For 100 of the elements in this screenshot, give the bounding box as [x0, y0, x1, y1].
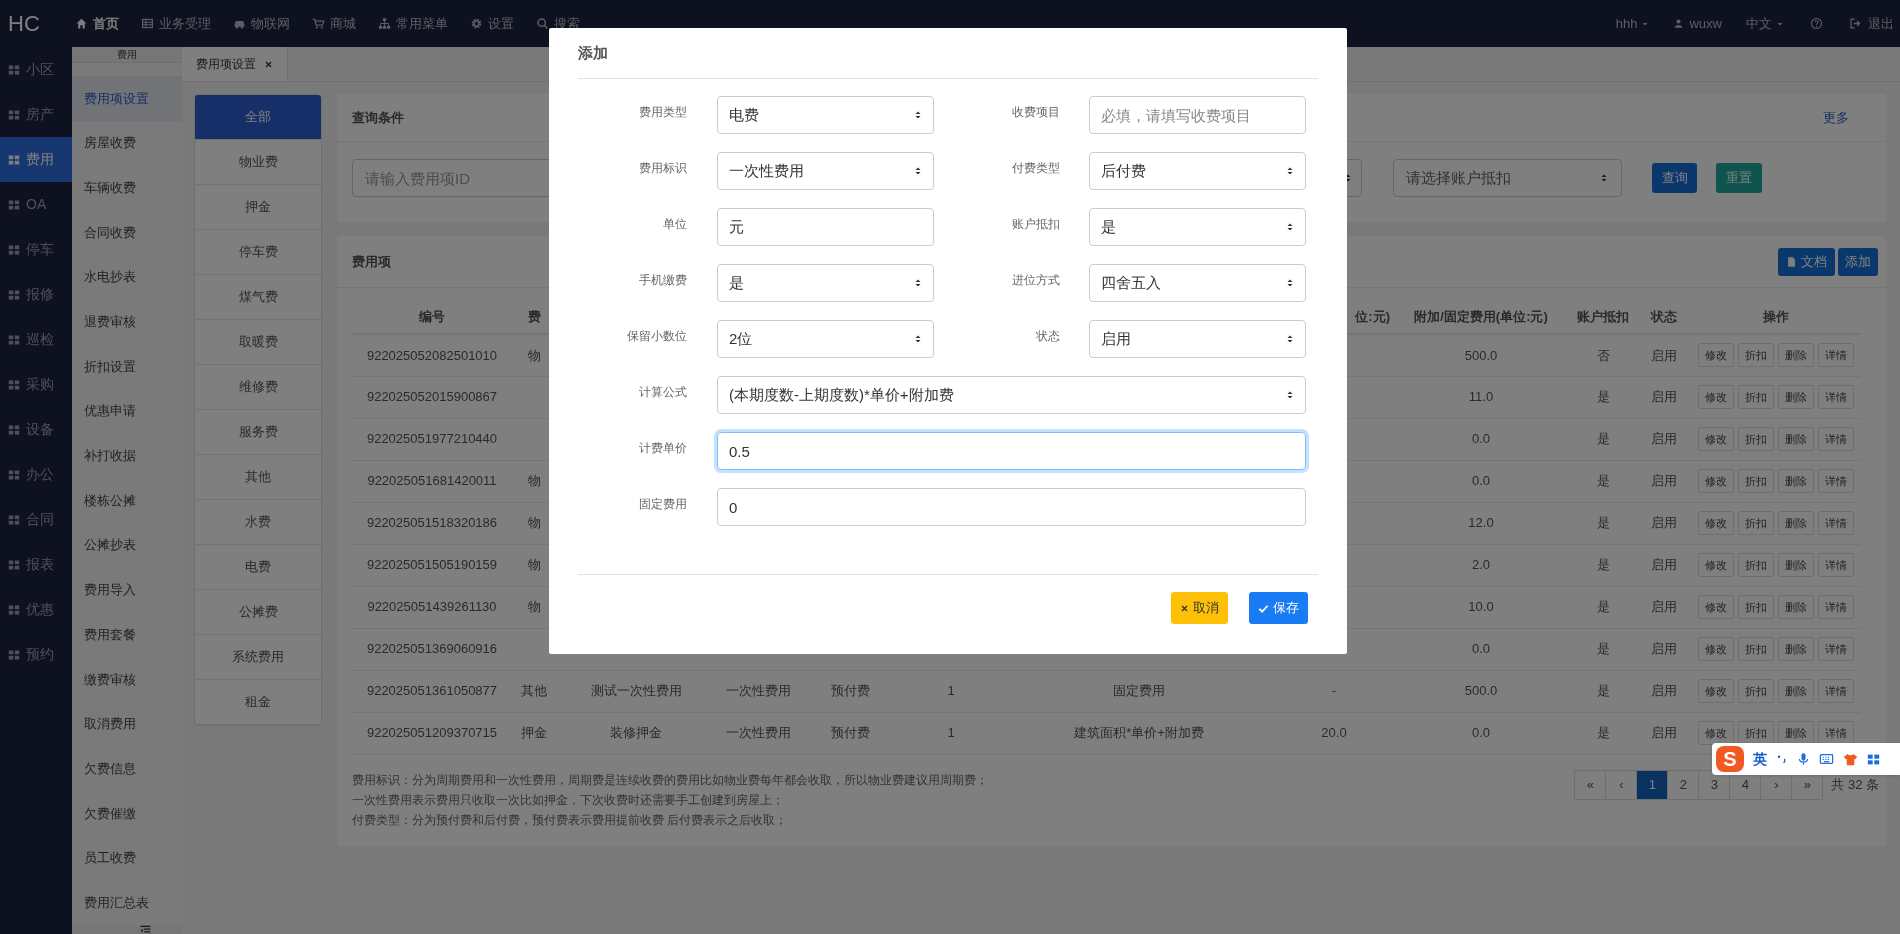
row-action-button[interactable]: 折扣	[1738, 343, 1774, 368]
category-item[interactable]: 全部	[195, 95, 321, 140]
row-action-button[interactable]: 删除	[1778, 427, 1814, 451]
row-action-button[interactable]: 删除	[1778, 385, 1814, 409]
submenu-item[interactable]: 房屋收费	[72, 120, 182, 166]
input-field[interactable]: 0	[717, 488, 1306, 526]
select-field[interactable]: 电费	[717, 96, 934, 134]
row-action-button[interactable]: 修改	[1698, 343, 1734, 368]
ime-logo[interactable]: S	[1716, 746, 1744, 772]
submenu-item[interactable]: 折扣设置	[72, 344, 182, 389]
cancel-button[interactable]: 取消	[1171, 592, 1228, 624]
row-action-button[interactable]: 详情	[1818, 385, 1854, 409]
select-field[interactable]: (本期度数-上期度数)*单价+附加费	[717, 376, 1306, 414]
nav-link[interactable]: 设置	[459, 0, 525, 47]
row-action-button[interactable]: 折扣	[1738, 721, 1774, 745]
sidebar-item[interactable]: 巡检	[0, 317, 72, 362]
input-field[interactable]: 必填，请填写收费项目	[1089, 96, 1306, 134]
row-action-button[interactable]: 修改	[1698, 469, 1734, 493]
row-action-button[interactable]: 删除	[1778, 469, 1814, 493]
submenu-item[interactable]: 取消费用	[72, 701, 182, 747]
row-action-button[interactable]: 折扣	[1738, 637, 1774, 661]
row-action-button[interactable]: 删除	[1778, 721, 1814, 745]
sidebar-item[interactable]: OA	[0, 182, 72, 227]
more-link[interactable]: 更多	[1823, 107, 1849, 128]
select-field[interactable]: 2位	[717, 320, 934, 358]
select-field[interactable]: 一次性费用	[717, 152, 934, 190]
row-action-button[interactable]: 修改	[1698, 595, 1734, 619]
row-action-button[interactable]: 详情	[1818, 721, 1854, 745]
row-action-button[interactable]: 修改	[1698, 721, 1734, 745]
nav-link[interactable]: 首页	[64, 0, 130, 47]
category-item[interactable]: 押金	[195, 185, 321, 230]
submenu-item[interactable]: 缴费审核	[72, 656, 182, 702]
nav-link[interactable]: 商城	[301, 0, 367, 47]
row-action-button[interactable]: 详情	[1818, 553, 1854, 577]
submenu-item[interactable]: 补打收据	[72, 433, 182, 479]
nav-link[interactable]: 物联网	[222, 0, 301, 47]
category-item[interactable]: 取暖费	[195, 320, 321, 365]
row-action-button[interactable]: 删除	[1778, 553, 1814, 577]
submenu-item[interactable]: 费用套餐	[72, 612, 182, 657]
row-action-button[interactable]: 修改	[1698, 637, 1734, 661]
row-action-button[interactable]: 详情	[1818, 343, 1854, 368]
page-link[interactable]: 1	[1636, 769, 1669, 800]
nav-link[interactable]: 业务受理	[130, 0, 222, 47]
submenu-item[interactable]: 费用导入	[72, 567, 182, 613]
category-item[interactable]: 系统费用	[195, 635, 321, 680]
row-action-button[interactable]: 删除	[1778, 637, 1814, 661]
row-action-button[interactable]: 删除	[1778, 511, 1814, 535]
row-action-button[interactable]: 详情	[1818, 469, 1854, 493]
page-tab[interactable]: 费用项设置	[182, 47, 288, 81]
row-action-button[interactable]: 折扣	[1738, 553, 1774, 577]
row-action-button[interactable]: 删除	[1778, 595, 1814, 619]
category-item[interactable]: 煤气费	[195, 275, 321, 320]
category-item[interactable]: 水费	[195, 500, 321, 545]
row-action-button[interactable]: 折扣	[1738, 469, 1774, 493]
search-button[interactable]: 查询	[1652, 163, 1697, 193]
page-link[interactable]: «	[1574, 769, 1607, 800]
row-action-button[interactable]: 折扣	[1738, 679, 1774, 703]
nav-link[interactable]: 常用菜单	[367, 0, 459, 47]
page-link[interactable]: ‹	[1605, 769, 1638, 800]
submenu-item[interactable]: 员工收费	[72, 835, 182, 881]
save-button[interactable]: 保存	[1249, 592, 1308, 624]
sidebar-item[interactable]: 停车	[0, 227, 72, 272]
submenu-item[interactable]: 优惠申请	[72, 388, 182, 434]
submenu-item[interactable]: 楼栋公摊	[72, 478, 182, 523]
sidebar-item[interactable]: 设备	[0, 407, 72, 452]
row-action-button[interactable]: 详情	[1818, 511, 1854, 535]
sidebar-item[interactable]: 优惠	[0, 587, 72, 632]
select-field[interactable]: 是	[1089, 208, 1306, 246]
page-link[interactable]: 2	[1667, 769, 1700, 800]
select-field[interactable]: 后付费	[1089, 152, 1306, 190]
submenu-item[interactable]: 欠费信息	[72, 746, 182, 791]
reset-button[interactable]: 重置	[1716, 163, 1762, 193]
account-menu[interactable]: hhh	[1603, 13, 1662, 34]
row-action-button[interactable]: 详情	[1818, 595, 1854, 619]
input-field[interactable]: 元	[717, 208, 934, 246]
row-action-button[interactable]: 删除	[1778, 343, 1814, 368]
language-menu[interactable]: 中文	[1734, 13, 1796, 34]
row-action-button[interactable]: 详情	[1818, 637, 1854, 661]
category-item[interactable]: 租金	[195, 680, 321, 725]
select-field[interactable]: 启用	[1089, 320, 1306, 358]
category-item[interactable]: 公摊费	[195, 590, 321, 635]
row-action-button[interactable]: 详情	[1818, 427, 1854, 451]
sidebar-item[interactable]: 费用	[0, 137, 72, 182]
sidebar-item[interactable]: 报修	[0, 272, 72, 317]
sidebar-item[interactable]: 合同	[0, 497, 72, 542]
row-action-button[interactable]: 修改	[1698, 679, 1734, 703]
ime-mode[interactable]: 英	[1753, 748, 1767, 770]
select-field[interactable]: 是	[717, 264, 934, 302]
add-button[interactable]: 添加	[1838, 247, 1878, 276]
row-action-button[interactable]: 折扣	[1738, 511, 1774, 535]
sidebar-item[interactable]: 办公	[0, 452, 72, 497]
row-action-button[interactable]: 修改	[1698, 511, 1734, 535]
category-item[interactable]: 其他	[195, 455, 321, 500]
select-field[interactable]: 请选择账户抵扣	[1393, 159, 1622, 197]
submenu-item[interactable]: 欠费催缴	[72, 791, 182, 836]
submenu-item[interactable]: 水电抄表	[72, 254, 182, 300]
row-action-button[interactable]: 详情	[1818, 679, 1854, 703]
document-button[interactable]: 文档	[1778, 247, 1835, 276]
row-action-button[interactable]: 删除	[1778, 679, 1814, 703]
submenu-item[interactable]: 退费审核	[72, 299, 182, 345]
